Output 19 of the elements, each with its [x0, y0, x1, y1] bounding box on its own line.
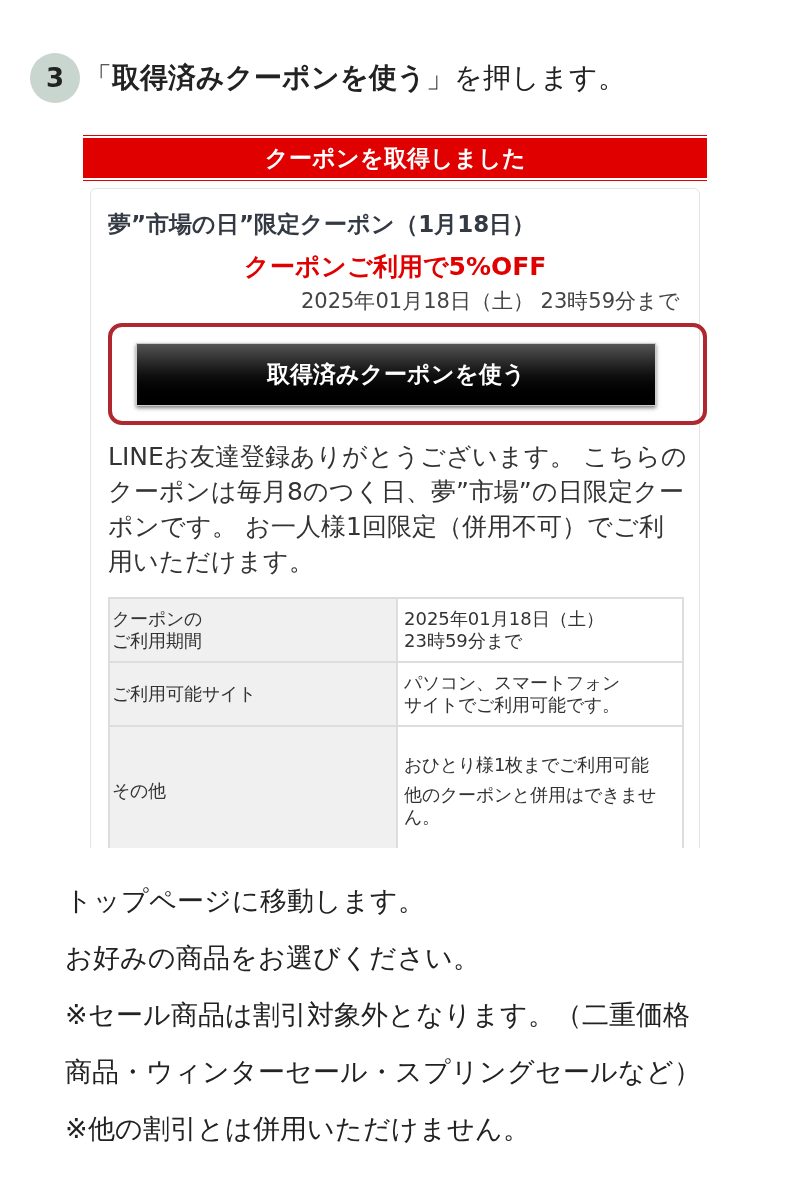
table-cell: おひとり様1枚までご利用可能 他のクーポンと併用はできません。	[397, 726, 683, 848]
note-text: ※他の割引とは併用いただけません。	[65, 1112, 531, 1146]
table-header-cell: ご利用可能サイト	[109, 662, 397, 726]
description-text: LINEお友達登録ありがとうございます。 こちらのクーポンは毎月8のつく日、夢”市場”の日限定クーポンです。 お一人様1回限定（併用不可）でご利用いただけます。	[108, 441, 688, 578]
table-header-cell: クーポンの ご利用期間	[109, 598, 397, 662]
step-number: 3	[30, 53, 80, 103]
banner: クーポンを取得しました	[83, 135, 707, 181]
note-text: トップページに移動します。	[65, 884, 426, 918]
note-text: 商品・ウィンターセール・スプリングセールなど）	[65, 1055, 702, 1089]
step-instruction: 「取得済みクーポンを使う」を押します。	[84, 60, 626, 96]
table-cell: パソコン、スマートフォン サイトでご利用可能です。	[397, 662, 683, 726]
coupon-title: 夢”市場の日”限定クーポン（1月18日）	[108, 210, 537, 239]
table-cell: 2025年01月18日（土） 23時59分まで	[397, 598, 683, 662]
deadline-text: 2025年01月18日（土） 23時59分まで	[300, 288, 681, 315]
note-text: ※セール商品は割引対象外となります。（二重価格	[65, 998, 691, 1032]
table-header-cell: その他	[109, 726, 397, 848]
discount-text: クーポンご利用で5%OFF	[242, 251, 548, 283]
note-text: お好みの商品をお選びください。	[65, 941, 481, 975]
use-coupon-button[interactable]: 取得済みクーポンを使う	[136, 342, 656, 406]
